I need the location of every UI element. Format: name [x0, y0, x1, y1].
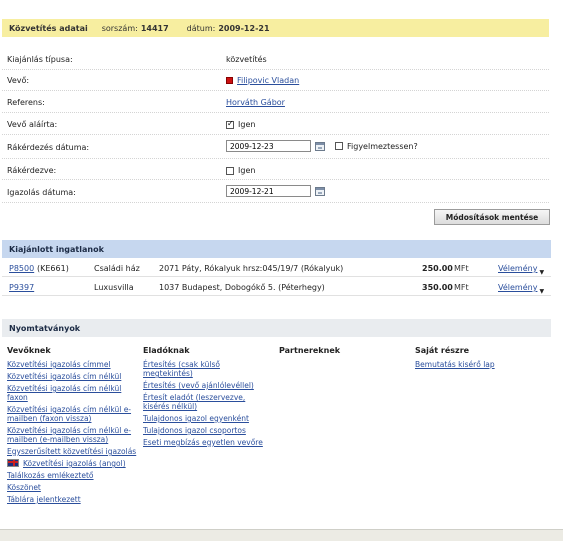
print-link[interactable]: Közvetítési igazolás cím nélkül faxon [7, 384, 137, 402]
print-link[interactable]: Közvetítési igazolás cím nélkül e-mailbe… [7, 426, 137, 444]
property-type: Luxusvilla [94, 283, 134, 292]
opinion-link[interactable]: Vélemény [498, 264, 537, 273]
buyer-label: Vevő: [7, 76, 30, 85]
asked-label: Rákérdezve: [7, 166, 57, 175]
save-changes-button[interactable]: Módosítások mentése [434, 209, 550, 225]
print-link[interactable]: Közvetítési igazolás (angol) [23, 459, 126, 468]
buyer-status-icon [226, 77, 233, 84]
print-link[interactable]: Egyszerűsített közvetítési igazolás [7, 447, 137, 456]
followup-date-label: Rákérdezés dátuma: [7, 143, 90, 152]
property-address: 2071 Páty, Rókalyuk hrsz:045/19/7 (Rókal… [159, 264, 344, 273]
calendar-icon[interactable] [315, 186, 325, 196]
print-link[interactable]: Értesít eladót (leszervezve, kisérés nél… [143, 393, 263, 411]
property-price: 250.00 [422, 264, 453, 273]
print-link[interactable]: Eseti megbízás egyetlen vevőre [143, 438, 263, 447]
print-link[interactable]: Értesítés (csak külső megtekintés) [143, 360, 263, 378]
property-currency: MFt [454, 264, 469, 273]
offer-type-label: Kiajánlás típusa: [7, 55, 73, 64]
buyer-signed-label: Vevő aláírta: [7, 120, 58, 129]
english-flag-icon [7, 459, 19, 467]
referent-label: Referens: [7, 98, 45, 107]
asked-checkbox[interactable] [226, 166, 234, 175]
row-cert-date: Igazolás dátuma: [2, 181, 549, 203]
referent-link[interactable]: Horváth Gábor [226, 98, 285, 107]
date-label: dátum: [186, 23, 216, 33]
dropdown-caret-icon[interactable]: ▼ [539, 269, 544, 276]
details-header: Közvetítés adatai sorszám: 14417 dátum: … [2, 19, 549, 37]
property-id-link[interactable]: P9397 [9, 283, 34, 292]
cert-date-label: Igazolás dátuma: [7, 188, 76, 197]
row-buyer-signed: Vevő aláírta: Igen [2, 114, 549, 135]
row-referent: Referens: Horváth Gábor [2, 92, 549, 113]
sellers-print-list: Értesítés (csak külső megtekintés) Értes… [143, 360, 263, 450]
property-address: 1037 Budapest, Dobogókő 5. (Péterhegy) [159, 283, 325, 292]
warn-label: Figyelmeztessen? [347, 141, 418, 151]
print-link[interactable]: Közvetítési igazolás cím nélkül [7, 372, 137, 381]
buyer-link[interactable]: Filipovic Vladan [237, 76, 299, 85]
buyers-column-title: Vevőknek [7, 346, 51, 355]
cert-date-input[interactable] [226, 185, 311, 197]
prints-header: Nyomtatványok [2, 319, 551, 337]
sellers-column-title: Eladóknak [143, 346, 190, 355]
own-print-list: Bemutatás kisérő lap [415, 360, 545, 372]
buyer-signed-text: Igen [238, 120, 256, 129]
print-link[interactable]: Táblára jelentkezett [7, 495, 137, 504]
row-offer-type: Kiajánlás típusa: közvetítés [2, 49, 549, 70]
print-link[interactable]: Bemutatás kisérő lap [415, 360, 545, 369]
asked-text: Igen [238, 166, 256, 175]
property-price: 350.00 [422, 283, 453, 292]
print-link[interactable]: Közvetítési igazolás cím nélkül e-mailbe… [7, 405, 137, 423]
property-id-link[interactable]: P8500 [9, 264, 34, 273]
warn-checkbox[interactable] [335, 142, 343, 150]
row-followup-date: Rákérdezés dátuma: Figyelmeztessen? [2, 136, 549, 159]
print-link[interactable]: Közvetítési igazolás címmel [7, 360, 137, 369]
details-title: Közvetítés adatai [9, 23, 88, 33]
properties-header: Kiajánlott ingatlanok [2, 240, 551, 258]
table-row: P9397 Luxusvilla 1037 Budapest, Dobogókő… [2, 278, 551, 296]
date-value: 2009-12-21 [218, 23, 270, 33]
own-column-title: Saját részre [415, 346, 470, 355]
property-type: Családi ház [94, 264, 140, 273]
dropdown-caret-icon[interactable]: ▼ [539, 288, 544, 295]
row-asked: Rákérdezve: Igen [2, 159, 549, 180]
serial-label: sorszám: [101, 23, 138, 33]
calendar-icon[interactable] [315, 141, 325, 151]
opinion-link[interactable]: Vélemény [498, 283, 537, 292]
table-row: P8500 (KE661) Családi ház 2071 Páty, Rók… [2, 259, 551, 277]
offer-type-value: közvetítés [226, 55, 267, 64]
partners-column-title: Partnereknek [279, 346, 341, 355]
print-link[interactable]: Értesítés (vevő ajánlólevéllel) [143, 381, 263, 390]
property-currency: MFt [454, 283, 469, 292]
print-link[interactable]: Köszönet [7, 483, 137, 492]
serial-value: 14417 [140, 23, 169, 33]
print-link[interactable]: Tulajdonos igazol egyenként [143, 414, 263, 423]
print-link[interactable]: Tulajdonos igazol csoportos [143, 426, 263, 435]
buyers-print-list: Közvetítési igazolás címmel Közvetítési … [7, 360, 137, 507]
row-buyer: Vevő: Filipovic Vladan [2, 70, 549, 91]
followup-date-input[interactable] [226, 140, 311, 152]
property-code: (KE661) [37, 264, 69, 273]
status-bar [0, 529, 563, 541]
buyer-signed-checkbox[interactable] [226, 119, 234, 129]
print-link[interactable]: Találkozás emlékeztető [7, 471, 137, 480]
